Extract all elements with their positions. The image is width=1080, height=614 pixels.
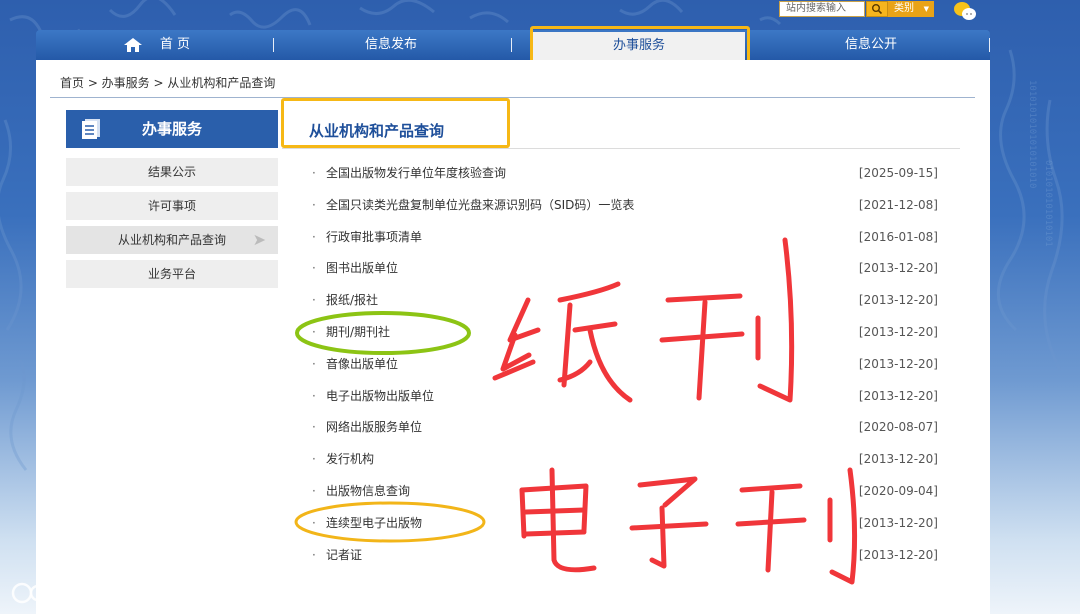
svg-text:0101010101010101: 0101010101010101: [1043, 160, 1053, 247]
nav-divider: [511, 38, 512, 52]
list-item[interactable]: · 电子出版物出版单位 [2013-12-20]: [312, 386, 938, 406]
bullet-icon: ·: [312, 229, 316, 244]
document-icon: [82, 119, 100, 139]
list-item[interactable]: · 连续型电子出版物 [2013-12-20]: [312, 513, 938, 533]
list-item-link[interactable]: 电子出版物出版单位: [326, 386, 434, 406]
list-item[interactable]: · 记者证 [2013-12-20]: [312, 545, 938, 565]
list-item[interactable]: · 出版物信息查询 [2020-09-04]: [312, 481, 938, 501]
list-item-date: [2013-12-20]: [858, 356, 938, 371]
list-item-link[interactable]: 连续型电子出版物: [326, 513, 422, 533]
list-item[interactable]: · 音像出版单位 [2013-12-20]: [312, 354, 938, 374]
list-item-date: [2021-12-08]: [858, 197, 938, 212]
list-item-date: [2013-12-20]: [858, 515, 938, 530]
list-item[interactable]: · 网络出版服务单位 [2020-08-07]: [312, 417, 938, 437]
category-label: 类别: [894, 3, 914, 14]
list-item-link[interactable]: 报纸/报社: [326, 290, 378, 310]
list-item-link[interactable]: 行政审批事项清单: [326, 227, 422, 247]
category-dropdown[interactable]: 类别 ▼: [888, 1, 934, 17]
list-item-date: [2013-12-20]: [858, 547, 938, 562]
list-item-link[interactable]: 出版物信息查询: [326, 481, 410, 501]
nav-divider: [273, 38, 274, 52]
list-item[interactable]: · 行政审批事项清单 [2016-01-08]: [312, 227, 938, 247]
wechat-icon[interactable]: [952, 0, 978, 22]
sidebar-item-label: 从业机构和产品查询: [117, 233, 226, 247]
sidebar-item-results[interactable]: 结果公示: [66, 158, 278, 186]
list-item-date: [2016-01-08]: [858, 229, 938, 244]
list-item[interactable]: · 期刊/期刊社 [2013-12-20]: [312, 322, 938, 342]
main-nav: 首 页 信息发布 办事服务 信息公开: [36, 30, 990, 60]
bullet-icon: ·: [312, 515, 316, 530]
list-item[interactable]: · 图书出版单位 [2013-12-20]: [312, 258, 938, 278]
list-item-date: [2013-12-20]: [858, 261, 938, 276]
bullet-icon: ·: [312, 166, 316, 180]
nav-info-disclosure[interactable]: 信息公开: [806, 30, 936, 60]
bullet-icon: ·: [312, 325, 316, 339]
list-item-date: [2013-12-20]: [858, 452, 938, 467]
list-item-date: [2013-12-20]: [858, 325, 938, 339]
bullet-icon: ·: [312, 197, 316, 212]
sidebar-item-institution-query[interactable]: 从业机构和产品查询 ➤: [66, 226, 278, 254]
watermark-text: 大数跨境: [54, 585, 134, 609]
list-item-link[interactable]: 图书出版单位: [326, 258, 398, 278]
list-item-date: [2020-09-04]: [858, 484, 938, 498]
list-item-link[interactable]: 网络出版服务单位: [326, 417, 422, 437]
nav-divider: [989, 38, 990, 52]
bullet-icon: ·: [312, 484, 316, 498]
nav-info-release[interactable]: 信息发布: [326, 30, 456, 60]
list-item-date: [2013-12-20]: [858, 388, 938, 403]
bullet-icon: ·: [312, 547, 316, 562]
content-title-divider: [282, 148, 960, 149]
sidebar-header: 办事服务: [66, 110, 278, 148]
list-item-link[interactable]: 记者证: [326, 545, 362, 565]
bullet-icon: ·: [312, 388, 316, 403]
nav-home-label: 首 页: [159, 37, 191, 52]
list-item-date: [2025-09-15]: [858, 166, 938, 180]
list-item-link[interactable]: 全国只读类光盘复制单位光盘来源识别码（SID码）一览表: [326, 195, 634, 215]
bullet-icon: ·: [312, 356, 316, 371]
bullet-icon: ·: [312, 293, 316, 308]
list-item-link[interactable]: 期刊/期刊社: [326, 322, 390, 342]
sidebar-item-permits[interactable]: 许可事项: [66, 192, 278, 220]
title-highlight-box: [281, 98, 510, 148]
bullet-icon: ·: [312, 261, 316, 276]
nav-home[interactable]: 首 页: [124, 30, 204, 60]
chevron-down-icon: ▼: [923, 5, 929, 13]
search-button[interactable]: [866, 1, 888, 17]
breadcrumb-divider: [50, 97, 975, 98]
bullet-icon: ·: [312, 420, 316, 435]
site-search-input[interactable]: 站内搜索输入: [779, 1, 865, 17]
list-item[interactable]: · 报纸/报社 [2013-12-20]: [312, 290, 938, 310]
sidebar-item-business-platform[interactable]: 业务平台: [66, 260, 278, 288]
list-item-link[interactable]: 音像出版单位: [326, 354, 398, 374]
list-item[interactable]: · 全国出版物发行单位年度核验查询 [2025-09-15]: [312, 163, 938, 183]
bullet-icon: ·: [312, 452, 316, 467]
home-icon: [124, 38, 142, 52]
list-item-link[interactable]: 全国出版物发行单位年度核验查询: [326, 163, 506, 183]
list-item[interactable]: · 发行机构 [2013-12-20]: [312, 449, 938, 469]
list-item-date: [2013-12-20]: [858, 293, 938, 308]
search-icon: [872, 4, 883, 15]
breadcrumb[interactable]: 首页 > 办事服务 > 从业机构和产品查询: [60, 74, 275, 91]
list-item-date: [2020-08-07]: [858, 420, 938, 435]
list-item[interactable]: · 全国只读类光盘复制单位光盘来源识别码（SID码）一览表 [2021-12-08]: [312, 195, 938, 215]
watermark-logo: [11, 582, 47, 604]
sidebar-title: 办事服务: [142, 120, 203, 138]
svg-text:10101010101010101010: 10101010101010101010: [1027, 80, 1037, 188]
list-item-link[interactable]: 发行机构: [326, 449, 374, 469]
chevron-right-icon: ➤: [252, 230, 266, 249]
